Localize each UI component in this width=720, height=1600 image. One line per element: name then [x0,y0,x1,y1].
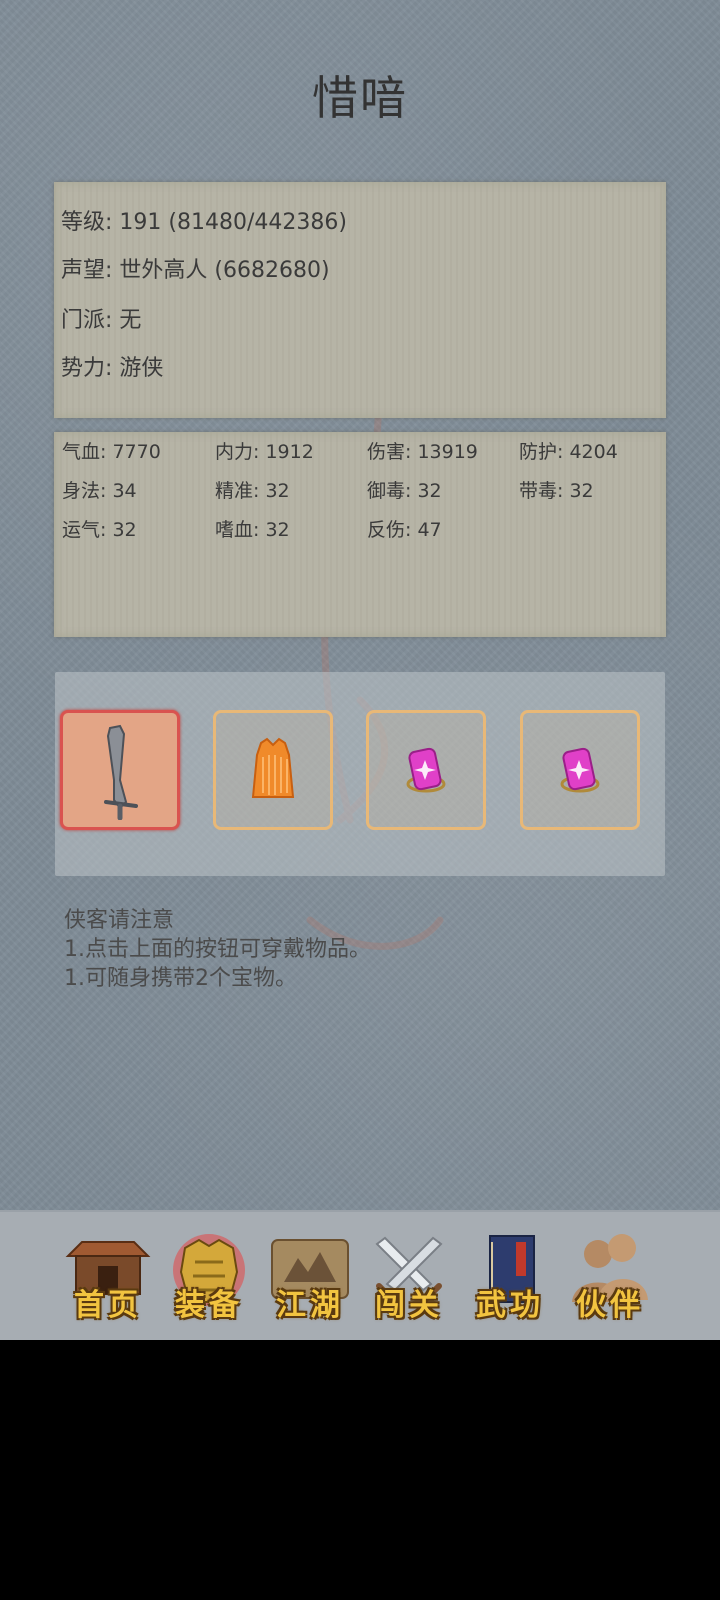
stat-defense: 防护: 4204 [519,441,618,463]
nav-martial-arts-label: 武功 [476,1288,544,1323]
stat-reflect: 反伤: 47 [367,519,442,541]
equip-slot-treasure-1[interactable] [366,710,486,830]
nav-martial-arts[interactable]: 武功 [464,1232,556,1328]
nav-home[interactable]: 首页 [62,1232,154,1328]
nav-equipment-label: 装备 [175,1288,243,1323]
armor-icon [251,737,295,798]
stat-agility: 身法: 34 [62,480,137,502]
faction-text: 势力: 游侠 [61,356,164,381]
notice-heading: 侠客请注意 [64,908,175,933]
nav-jianghu[interactable]: 江湖 [264,1232,356,1328]
notice-line-1: 1.点击上面的按钮可穿戴物品。 [64,937,371,962]
reputation-text: 声望: 世外高人 (6682680) [61,258,330,283]
stat-hp: 气血: 7770 [62,441,161,463]
nav-jianghu-label: 江湖 [276,1288,344,1323]
sword-icon [104,724,138,820]
equipment-panel [55,672,665,876]
stat-lifesteal: 嗜血: 32 [215,519,290,541]
nav-home-label: 首页 [74,1288,142,1323]
game-screen: 惜喑 等级: 191 (81480/442386) 声望: 世外高人 (6682… [0,0,720,1340]
notice-text: 侠客请注意 1.点击上面的按钮可穿戴物品。 1.可随身携带2个宝物。 [64,906,371,993]
nav-companions-label: 伙伴 [576,1288,644,1323]
nav-challenge[interactable]: 闯关 [363,1232,455,1328]
character-name: 惜喑 [312,71,408,125]
nav-equipment[interactable]: 装备 [163,1232,255,1328]
nav-challenge-label: 闯关 [375,1288,443,1323]
equip-slot-weapon[interactable] [60,710,180,830]
sect-text: 门派: 无 [61,308,142,333]
character-info-panel: 等级: 191 (81480/442386) 声望: 世外高人 (6682680… [54,182,666,418]
bottom-nav: 首页 装备 江湖 闯关 武功 伙伴 [0,1210,720,1340]
stat-poison-resist: 御毒: 32 [367,480,442,502]
level-text: 等级: 191 (81480/442386) [61,210,347,235]
stat-damage: 伤害: 13919 [367,441,478,463]
nav-companions[interactable]: 伙伴 [564,1232,656,1328]
gem-icon [560,747,600,793]
stat-luck: 运气: 32 [62,519,137,541]
stat-poison: 带毒: 32 [519,480,594,502]
equip-slot-treasure-2[interactable] [520,710,640,830]
attributes-panel: 气血: 7770 内力: 1912 伤害: 13919 防护: 4204 身法:… [54,432,666,637]
stat-accuracy: 精准: 32 [215,480,290,502]
stat-internal-power: 内力: 1912 [215,441,314,463]
notice-line-2: 1.可随身携带2个宝物。 [64,966,297,991]
gem-icon [406,747,446,793]
equip-slot-armor[interactable] [213,710,333,830]
